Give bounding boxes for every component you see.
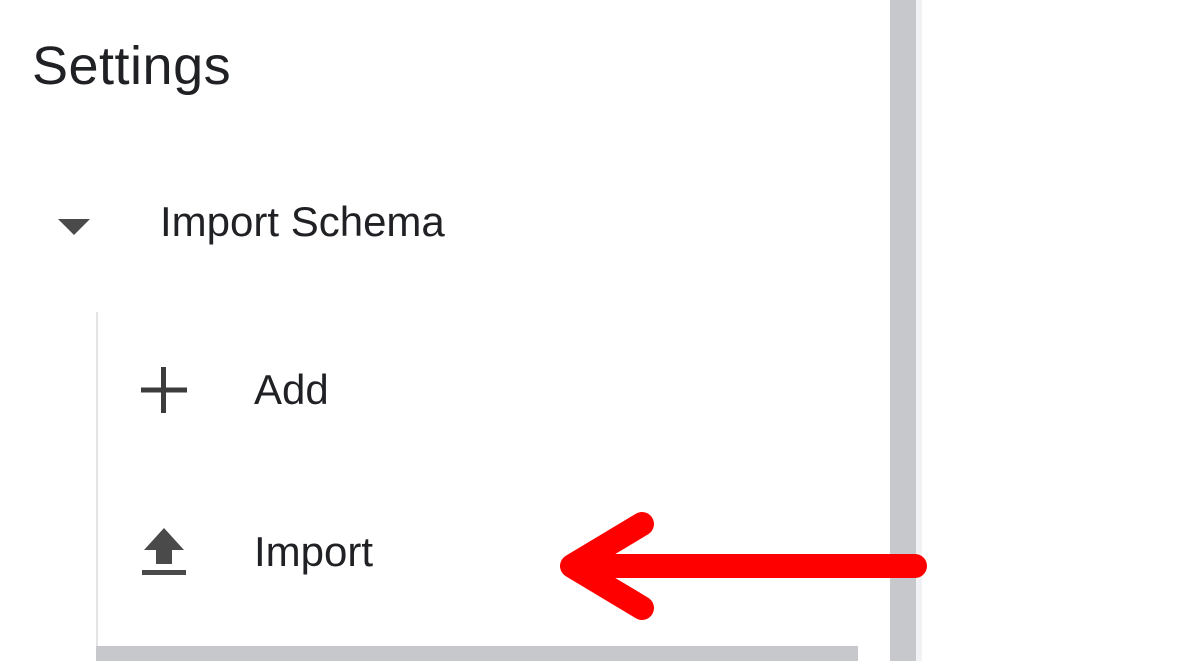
add-menu-item[interactable]: Add xyxy=(98,340,858,440)
plus-icon xyxy=(141,367,187,413)
add-label: Add xyxy=(254,366,329,413)
page-title: Settings xyxy=(32,36,232,96)
import-label: Import xyxy=(254,528,374,575)
settings-page: Settings Import Schema Add Import xyxy=(0,0,1180,661)
horizontal-scrollbar[interactable] xyxy=(96,646,858,661)
import-schema-group-header[interactable]: Import Schema xyxy=(0,180,880,270)
upload-icon xyxy=(142,528,186,575)
caret-down-icon xyxy=(58,219,90,235)
vertical-scrollbar[interactable] xyxy=(890,0,916,661)
panel-divider xyxy=(916,0,922,661)
import-schema-submenu: Add Import xyxy=(96,312,860,661)
group-label: Import Schema xyxy=(160,198,445,245)
import-menu-item[interactable]: Import xyxy=(98,502,858,602)
